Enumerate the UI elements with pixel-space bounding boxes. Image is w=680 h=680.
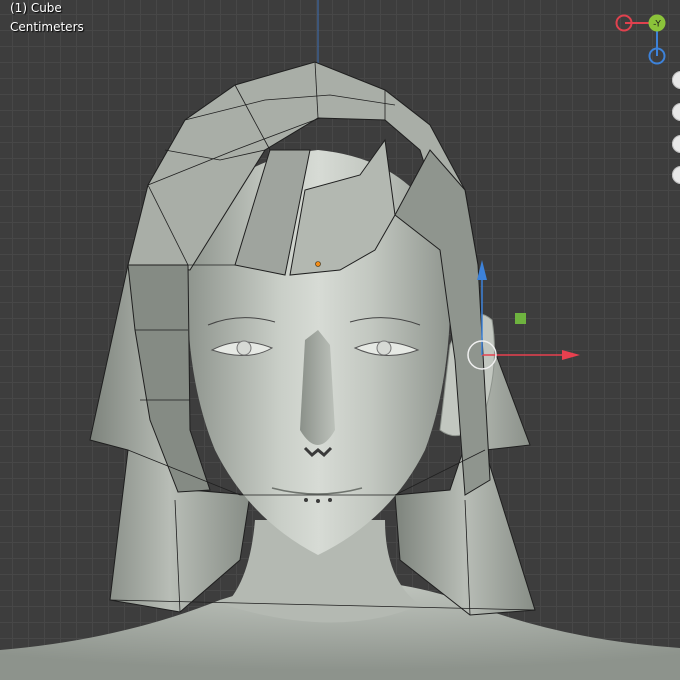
units-label: Centimeters — [10, 20, 84, 34]
object-name-label: (1) Cube — [10, 1, 62, 15]
xz-plane-handle — [515, 313, 526, 324]
scene-canvas[interactable] — [0, 0, 680, 680]
3d-viewport[interactable]: (1) Cube Centimeters -Y — [0, 0, 680, 680]
mouth-dot — [328, 498, 332, 502]
mouth-dot — [304, 498, 308, 502]
object-origin — [315, 261, 321, 267]
mouth-dot — [316, 499, 320, 503]
nose-mesh — [300, 330, 335, 445]
neg-y-label: -Y — [653, 20, 661, 30]
navigation-gizmo[interactable]: -Y — [605, 6, 675, 76]
x-axis-arrow — [562, 350, 580, 360]
